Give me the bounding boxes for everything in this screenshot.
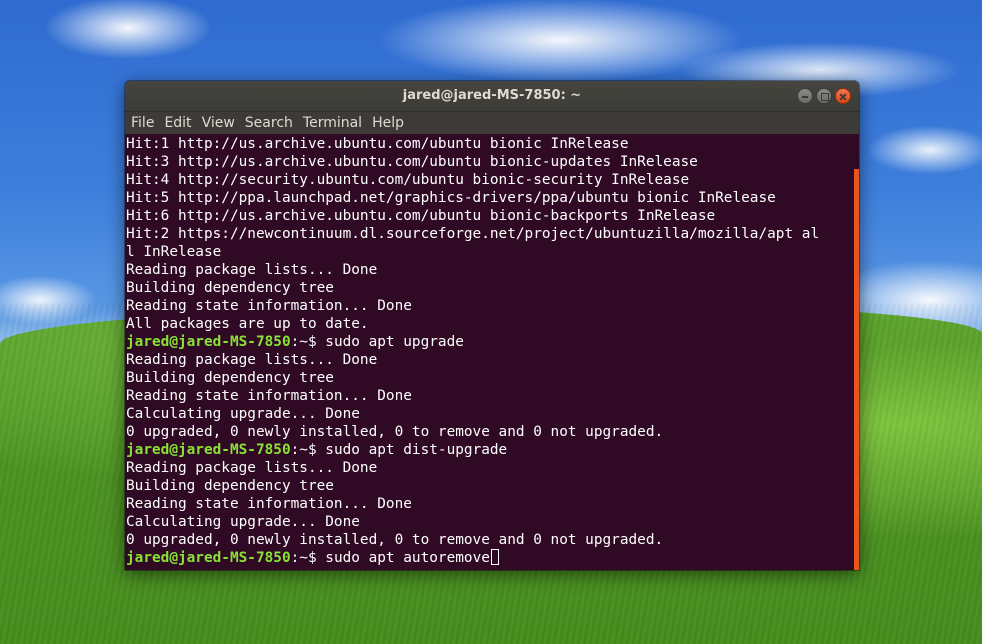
terminal-output-line: Hit:3 http://us.archive.ubuntu.com/ubunt… <box>126 154 698 170</box>
terminal-current-prompt-line: jared@jared-MS-7850:~$ sudo apt autoremo… <box>126 549 853 567</box>
terminal-output-line: Reading package lists... Done <box>126 460 378 476</box>
terminal-command-line: jared@jared-MS-7850:~$ sudo apt upgrade <box>126 333 853 351</box>
scrollbar[interactable] <box>854 169 859 570</box>
terminal-output-line: Reading package lists... Done <box>126 262 378 278</box>
shell-prompt-user: jared@jared-MS-7850 <box>126 334 291 350</box>
menu-view[interactable]: View <box>202 115 235 131</box>
terminal-output-line: Hit:2 https://newcontinuum.dl.sourceforg… <box>126 226 820 242</box>
window-title: jared@jared-MS-7850: ~ <box>402 88 582 103</box>
terminal-output-line: Reading state information... Done <box>126 496 412 512</box>
menu-terminal[interactable]: Terminal <box>303 115 362 131</box>
terminal-output-line: 0 upgraded, 0 newly installed, 0 to remo… <box>126 532 664 548</box>
menu-edit[interactable]: Edit <box>164 115 191 131</box>
terminal-output-line: Calculating upgrade... Done <box>126 514 360 530</box>
command-text: sudo apt dist-upgrade <box>325 442 508 458</box>
terminal-output-line: Building dependency tree <box>126 370 334 386</box>
terminal-output-line: Reading state information... Done <box>126 388 412 404</box>
maximize-button[interactable] <box>816 88 832 104</box>
shell-prompt-user: jared@jared-MS-7850 <box>126 550 291 566</box>
title-bar[interactable]: jared@jared-MS-7850: ~ <box>125 81 859 112</box>
minimize-button[interactable] <box>797 88 813 104</box>
text-cursor <box>490 549 499 565</box>
terminal-output-line: Hit:1 http://us.archive.ubuntu.com/ubunt… <box>126 136 629 152</box>
terminal-output-line: Calculating upgrade... Done <box>126 406 360 422</box>
shell-prompt-user: jared@jared-MS-7850 <box>126 442 291 458</box>
menu-file[interactable]: File <box>131 115 154 131</box>
menu-help[interactable]: Help <box>372 115 404 131</box>
terminal-window[interactable]: jared@jared-MS-7850: ~ File Edit View Se… <box>125 81 859 570</box>
terminal-output-line: 0 upgraded, 0 newly installed, 0 to remo… <box>126 424 664 440</box>
command-input[interactable]: sudo apt autoremove <box>325 550 490 566</box>
command-text: sudo apt upgrade <box>325 334 464 350</box>
terminal-output-line: Reading state information... Done <box>126 298 412 314</box>
terminal-command-line: jared@jared-MS-7850:~$ sudo apt dist-upg… <box>126 441 853 459</box>
menu-bar: File Edit View Search Terminal Help <box>125 112 859 134</box>
terminal-output-line: Reading package lists... Done <box>126 352 378 368</box>
terminal-output-line: Hit:6 http://us.archive.ubuntu.com/ubunt… <box>126 208 716 224</box>
terminal-output[interactable]: Hit:1 http://us.archive.ubuntu.com/ubunt… <box>125 135 853 570</box>
menu-search[interactable]: Search <box>245 115 293 131</box>
shell-prompt-suffix: :~$ <box>290 442 326 458</box>
terminal-output-line: Hit:5 http://ppa.launchpad.net/graphics-… <box>126 190 776 206</box>
terminal-output-line: l InRelease <box>126 244 222 260</box>
close-button[interactable] <box>835 88 851 104</box>
shell-prompt-suffix: :~$ <box>290 334 326 350</box>
terminal-output-line: Hit:4 http://security.ubuntu.com/ubuntu … <box>126 172 690 188</box>
terminal-output-line: Building dependency tree <box>126 478 334 494</box>
shell-prompt-suffix: :~$ <box>290 550 326 566</box>
terminal-output-line: Building dependency tree <box>126 280 334 296</box>
terminal-output-line: All packages are up to date. <box>126 316 369 332</box>
